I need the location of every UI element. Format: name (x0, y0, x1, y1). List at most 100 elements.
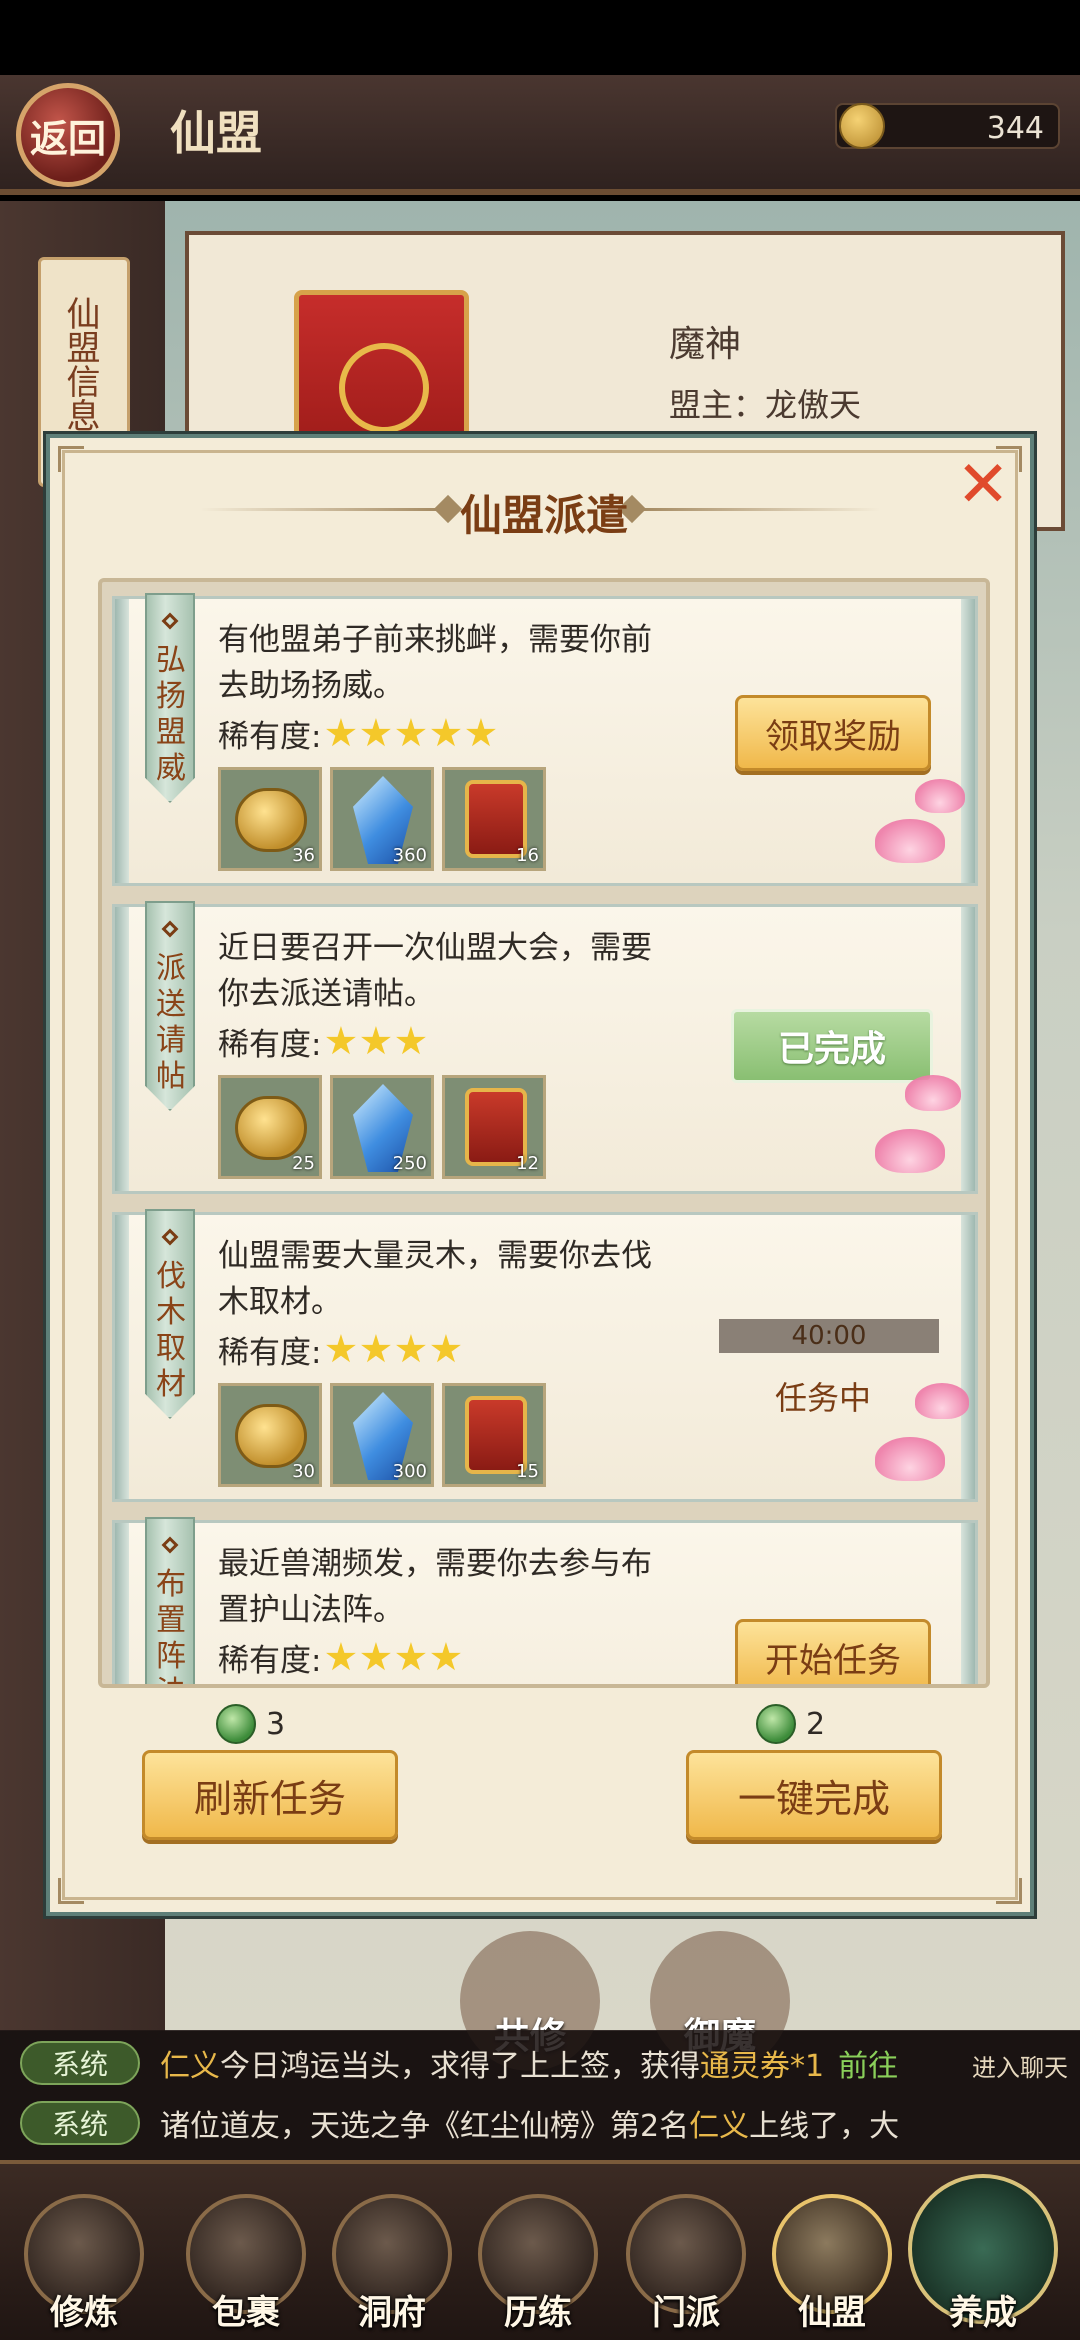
reward-item[interactable]: 12 (442, 1075, 546, 1179)
star-icon (396, 1026, 426, 1055)
card-edge (961, 907, 975, 1191)
back-button[interactable]: 返回 (16, 83, 120, 187)
status-bar (0, 0, 1080, 75)
corner-ornament (58, 1878, 84, 1904)
task-rarity: 稀有度: (218, 1327, 461, 1372)
reward-list: 25 250 12 (218, 1075, 554, 1179)
card-edge (115, 599, 129, 883)
nav-guild[interactable]: 仙盟 (768, 2194, 896, 2334)
currency-display: 344 (835, 103, 1060, 149)
task-card: 派送请帖 近日要召开一次仙盟大会，需要你去派送请帖。 稀有度: 25 250 1… (112, 901, 978, 1194)
nav-label: 仙盟 (798, 2293, 866, 2333)
reward-item[interactable]: 30 (218, 1383, 322, 1487)
nav-trial[interactable]: 历练 (474, 2194, 602, 2334)
claim-reward-button[interactable]: 领取奖励 (735, 695, 931, 771)
reward-count: 300 (392, 1461, 427, 1482)
card-edge (961, 1523, 975, 1684)
nav-label: 养成 (949, 2293, 1017, 2333)
task-ribbon: 布置阵法 (145, 1517, 195, 1684)
guild-leader: 盟主：龙傲天 (669, 386, 862, 424)
chat-message: 系统 诸位道友，天选之争《红尘仙榜》第2名 仁义 上线了，大 (20, 2098, 899, 2148)
nav-label: 包裹 (212, 2293, 280, 2333)
reward-item[interactable]: 360 (330, 767, 434, 871)
lotus-icon (905, 1075, 961, 1111)
card-edge (961, 599, 975, 883)
reward-item[interactable]: 15 (442, 1383, 546, 1487)
close-icon[interactable]: ✕ (954, 453, 1012, 517)
reward-count: 250 (392, 1153, 427, 1174)
nav-cave[interactable]: 洞府 (328, 2194, 456, 2334)
task-list[interactable]: 弘扬盟威 有他盟弟子前来挑衅，需要你前去助场扬威。 稀有度: 36 360 16… (98, 578, 990, 1688)
complete-cost-value: 2 (806, 1706, 826, 1742)
rarity-label: 稀有度: (218, 1335, 322, 1371)
task-category: 伐木取材 (156, 1259, 186, 1402)
reward-count: 25 (292, 1153, 315, 1174)
nav-cultivate[interactable]: 修炼 (20, 2194, 148, 2334)
phoenix-crest-icon (339, 343, 429, 433)
enter-chat-button[interactable]: 进入聊天 (972, 2048, 1068, 2083)
nav-bag[interactable]: 包裹 (182, 2194, 310, 2334)
jade-icon (216, 1704, 256, 1744)
reward-count: 15 (516, 1461, 539, 1482)
gold-coin-icon (235, 1096, 307, 1160)
lotus-icon (915, 779, 965, 813)
guild-name: 魔神 (669, 324, 742, 365)
task-category: 弘扬盟威 (156, 643, 186, 786)
modal-title: 仙盟派遣 (459, 491, 628, 540)
star-icon (326, 1026, 356, 1055)
task-description: 有他盟弟子前来挑衅，需要你前去助场扬威。 (218, 622, 652, 704)
star-icon (361, 1334, 391, 1363)
card-edge (115, 1523, 129, 1684)
reward-item[interactable]: 16 (442, 767, 546, 871)
rarity-label: 稀有度: (218, 719, 322, 755)
reward-count: 36 (292, 845, 315, 866)
system-badge: 系统 (20, 2041, 140, 2085)
star-icon (396, 1642, 426, 1671)
star-icon (431, 1642, 461, 1671)
star-icon (466, 718, 496, 747)
task-category: 派送请帖 (156, 951, 186, 1094)
player-name[interactable]: 仁义 (160, 2041, 220, 2085)
task-card: 弘扬盟威 有他盟弟子前来挑衅，需要你前去助场扬威。 稀有度: 36 360 16… (112, 593, 978, 886)
chat-panel[interactable]: 系统 仁义 今日鸿运当头，求得了上上签，获得 通灵券*1 前往 系统 诸位道友，… (0, 2030, 1080, 2160)
task-card: 伐木取材 仙盟需要大量灵木，需要你去伐木取材。 稀有度: 30 300 15 4… (112, 1209, 978, 1502)
gold-coin-icon (235, 1404, 307, 1468)
goto-link[interactable]: 前往 (838, 2041, 898, 2085)
card-edge (961, 1215, 975, 1499)
page-title: 仙盟 (170, 106, 262, 160)
nav-label: 门派 (652, 2293, 720, 2333)
task-category: 布置阵法 (156, 1567, 186, 1684)
chat-message: 系统 仁义 今日鸿运当头，求得了上上签，获得 通灵券*1 前往 (20, 2038, 898, 2088)
lotus-icon (915, 1383, 969, 1419)
nav-label: 历练 (504, 2293, 572, 2333)
item-name[interactable]: 通灵券*1 (700, 2041, 824, 2085)
reward-list: 30 300 15 (218, 1383, 554, 1487)
reward-item[interactable]: 300 (330, 1383, 434, 1487)
reward-count: 12 (516, 1153, 539, 1174)
nav-label: 修炼 (50, 2293, 118, 2333)
lotus-icon (875, 1437, 945, 1481)
player-name[interactable]: 仁义 (689, 2101, 749, 2145)
card-edge (115, 1215, 129, 1499)
gold-coin-icon (235, 788, 307, 852)
reward-item[interactable]: 25 (218, 1075, 322, 1179)
diamond-icon (161, 612, 179, 630)
nav-develop[interactable]: 养成 (908, 2174, 1058, 2334)
complete-all-button[interactable]: 一键完成 (686, 1750, 942, 1840)
nav-sect[interactable]: 门派 (622, 2194, 750, 2334)
reward-item[interactable]: 36 (218, 767, 322, 871)
refresh-tasks-button[interactable]: 刷新任务 (142, 1750, 398, 1840)
dispatch-modal: 仙盟派遣 ✕ 弘扬盟威 有他盟弟子前来挑衅，需要你前去助场扬威。 稀有度: 36… (46, 434, 1034, 1916)
message-text: 上线了，大 (749, 2109, 900, 2144)
star-icon (361, 718, 391, 747)
top-bar: 返回 仙盟 344 (0, 75, 1080, 195)
system-badge: 系统 (20, 2101, 140, 2145)
rarity-label: 稀有度: (218, 1027, 322, 1063)
reward-count: 30 (292, 1461, 315, 1482)
start-task-button[interactable]: 开始任务 (735, 1619, 931, 1684)
reward-item[interactable]: 250 (330, 1075, 434, 1179)
task-ribbon: 弘扬盟威 (145, 593, 195, 803)
star-icon (431, 718, 461, 747)
task-card: 布置阵法 最近兽潮频发，需要你去参与布置护山法阵。 稀有度: 开始任务 (112, 1517, 978, 1684)
task-rarity: 稀有度: (218, 1019, 426, 1064)
